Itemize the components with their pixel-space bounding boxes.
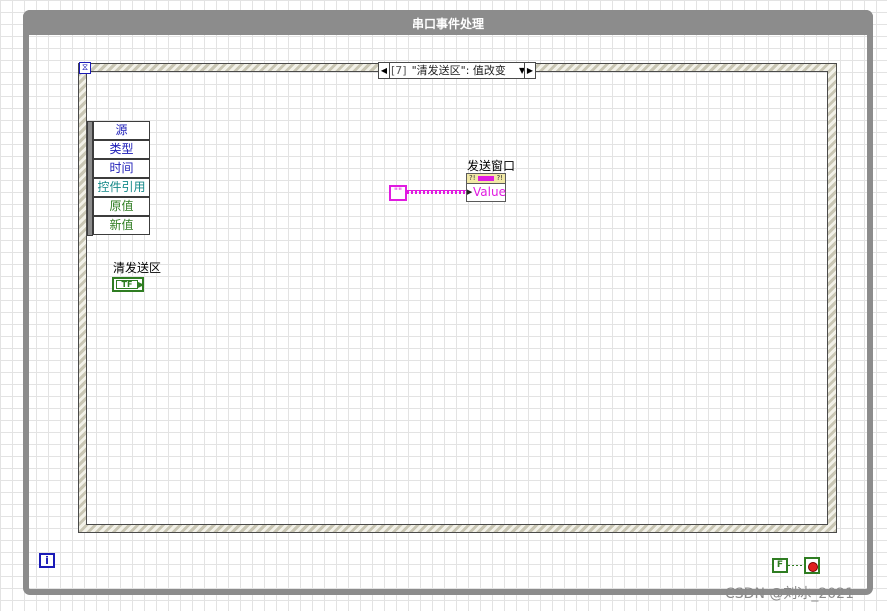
error-in-icon: ?! (469, 174, 476, 182)
watermark: CSDN @刘冰_2021 (725, 586, 854, 602)
event-data-type[interactable]: 类型 (93, 140, 150, 159)
event-data-ctlref[interactable]: 控件引用 (93, 178, 150, 197)
error-out-icon: ?! (496, 174, 503, 182)
event-data-source[interactable]: 源 (93, 121, 150, 140)
empty-string-constant[interactable]: "" (389, 185, 407, 201)
event-data-newval[interactable]: 新值 (93, 216, 150, 235)
event-data-time[interactable]: 时间 (93, 159, 150, 178)
string-wire[interactable] (407, 190, 467, 194)
string-type-icon (478, 176, 494, 181)
property-value-row[interactable]: ▶ Value (466, 183, 506, 202)
event-case-selector[interactable]: ◀ [7] "清发送区": 值改变 ▼ ▶ (378, 62, 536, 79)
case-name: "清发送区": 值改变 (411, 64, 506, 77)
event-data-node[interactable]: 源 类型 时间 控件引用 原值 新值 (87, 121, 150, 236)
event-structure-diagram[interactable] (86, 71, 828, 525)
iteration-terminal[interactable]: i (39, 553, 55, 568)
hourglass-icon[interactable]: ⧖ (79, 62, 91, 74)
input-arrow-icon: ▶ (467, 188, 473, 196)
stop-terminal[interactable] (804, 557, 820, 574)
boolean-terminal[interactable]: TF ▶ (112, 277, 144, 292)
output-arrow-icon: ▶ (138, 280, 145, 289)
boolean-tf-icon: TF (116, 280, 138, 289)
boolean-wire[interactable] (788, 565, 804, 566)
stop-icon (808, 562, 818, 572)
property-node[interactable]: ?! ?! ▶ Value (466, 173, 506, 203)
while-loop-title: 串口事件处理 (411, 17, 484, 31)
boolean-terminal-label: 清发送区 (113, 261, 162, 275)
increment-arrow-icon[interactable]: ▶ (524, 63, 535, 78)
property-node-label: 发送窗口 (467, 159, 516, 173)
case-selector-label: [7] "清发送区": 值改变 (391, 63, 506, 78)
case-index: [7] (391, 64, 407, 77)
property-name: Value (473, 185, 506, 199)
event-data-oldval[interactable]: 原值 (93, 197, 150, 216)
decrement-arrow-icon[interactable]: ◀ (379, 63, 390, 78)
false-constant[interactable]: F (772, 558, 788, 573)
